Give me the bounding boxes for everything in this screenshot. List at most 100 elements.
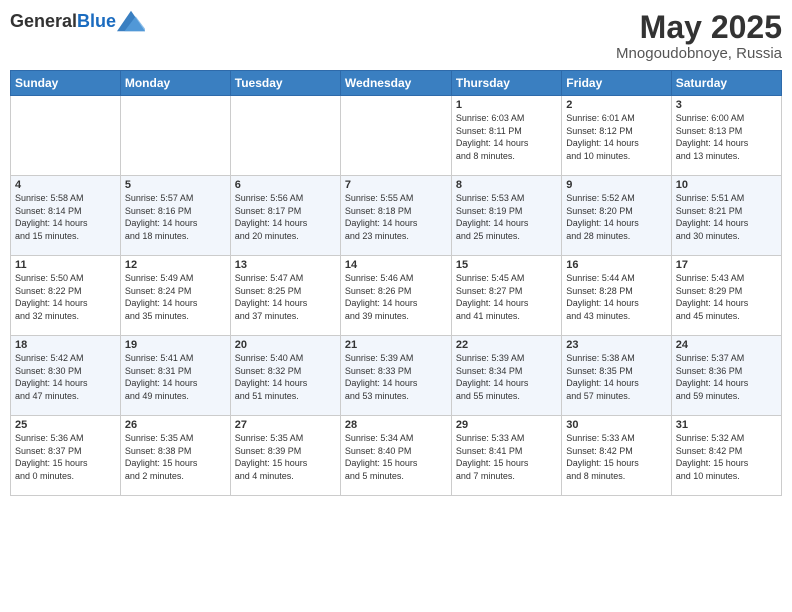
- header: GeneralBlue May 2025 Mnogoudobnoye, Russ…: [10, 10, 782, 62]
- calendar-cell: 25Sunrise: 5:36 AM Sunset: 8:37 PM Dayli…: [11, 416, 121, 496]
- calendar-cell: 11Sunrise: 5:50 AM Sunset: 8:22 PM Dayli…: [11, 256, 121, 336]
- calendar-table: SundayMondayTuesdayWednesdayThursdayFrid…: [10, 70, 782, 496]
- day-info: Sunrise: 5:39 AM Sunset: 8:33 PM Dayligh…: [345, 352, 447, 402]
- weekday-header-monday: Monday: [120, 71, 230, 96]
- day-number: 16: [566, 259, 666, 271]
- calendar-cell: 1Sunrise: 6:03 AM Sunset: 8:11 PM Daylig…: [451, 96, 561, 176]
- day-info: Sunrise: 5:40 AM Sunset: 8:32 PM Dayligh…: [235, 352, 336, 402]
- day-number: 10: [676, 179, 777, 191]
- weekday-header-saturday: Saturday: [671, 71, 781, 96]
- day-number: 27: [235, 419, 336, 431]
- day-number: 25: [15, 419, 116, 431]
- day-number: 30: [566, 419, 666, 431]
- day-number: 29: [456, 419, 557, 431]
- calendar-cell: 24Sunrise: 5:37 AM Sunset: 8:36 PM Dayli…: [671, 336, 781, 416]
- calendar-cell: 22Sunrise: 5:39 AM Sunset: 8:34 PM Dayli…: [451, 336, 561, 416]
- day-number: 5: [125, 179, 226, 191]
- calendar-cell: 8Sunrise: 5:53 AM Sunset: 8:19 PM Daylig…: [451, 176, 561, 256]
- day-info: Sunrise: 5:34 AM Sunset: 8:40 PM Dayligh…: [345, 432, 447, 482]
- day-number: 6: [235, 179, 336, 191]
- day-info: Sunrise: 5:52 AM Sunset: 8:20 PM Dayligh…: [566, 192, 666, 242]
- day-number: 24: [676, 339, 777, 351]
- day-number: 9: [566, 179, 666, 191]
- day-info: Sunrise: 5:49 AM Sunset: 8:24 PM Dayligh…: [125, 272, 226, 322]
- weekday-header-wednesday: Wednesday: [340, 71, 451, 96]
- day-number: 22: [456, 339, 557, 351]
- day-info: Sunrise: 5:53 AM Sunset: 8:19 PM Dayligh…: [456, 192, 557, 242]
- day-info: Sunrise: 5:44 AM Sunset: 8:28 PM Dayligh…: [566, 272, 666, 322]
- calendar-cell: 10Sunrise: 5:51 AM Sunset: 8:21 PM Dayli…: [671, 176, 781, 256]
- day-info: Sunrise: 5:50 AM Sunset: 8:22 PM Dayligh…: [15, 272, 116, 322]
- day-info: Sunrise: 5:36 AM Sunset: 8:37 PM Dayligh…: [15, 432, 116, 482]
- day-number: 4: [15, 179, 116, 191]
- day-info: Sunrise: 5:46 AM Sunset: 8:26 PM Dayligh…: [345, 272, 447, 322]
- calendar-cell: 27Sunrise: 5:35 AM Sunset: 8:39 PM Dayli…: [230, 416, 340, 496]
- day-info: Sunrise: 5:38 AM Sunset: 8:35 PM Dayligh…: [566, 352, 666, 402]
- weekday-header-sunday: Sunday: [11, 71, 121, 96]
- day-number: 28: [345, 419, 447, 431]
- day-number: 23: [566, 339, 666, 351]
- day-number: 11: [15, 259, 116, 271]
- location-title: Mnogoudobnoye, Russia: [616, 45, 782, 62]
- calendar-cell: 29Sunrise: 5:33 AM Sunset: 8:41 PM Dayli…: [451, 416, 561, 496]
- weekday-header-thursday: Thursday: [451, 71, 561, 96]
- calendar-week-row: 4Sunrise: 5:58 AM Sunset: 8:14 PM Daylig…: [11, 176, 782, 256]
- calendar-cell: 12Sunrise: 5:49 AM Sunset: 8:24 PM Dayli…: [120, 256, 230, 336]
- day-info: Sunrise: 5:51 AM Sunset: 8:21 PM Dayligh…: [676, 192, 777, 242]
- logo-icon: [117, 10, 145, 32]
- day-info: Sunrise: 6:01 AM Sunset: 8:12 PM Dayligh…: [566, 112, 666, 162]
- calendar-cell: 16Sunrise: 5:44 AM Sunset: 8:28 PM Dayli…: [562, 256, 671, 336]
- calendar-cell: 31Sunrise: 5:32 AM Sunset: 8:42 PM Dayli…: [671, 416, 781, 496]
- calendar-cell: 19Sunrise: 5:41 AM Sunset: 8:31 PM Dayli…: [120, 336, 230, 416]
- day-info: Sunrise: 5:33 AM Sunset: 8:41 PM Dayligh…: [456, 432, 557, 482]
- calendar-cell: 13Sunrise: 5:47 AM Sunset: 8:25 PM Dayli…: [230, 256, 340, 336]
- day-number: 2: [566, 99, 666, 111]
- day-number: 21: [345, 339, 447, 351]
- calendar-cell: 28Sunrise: 5:34 AM Sunset: 8:40 PM Dayli…: [340, 416, 451, 496]
- day-info: Sunrise: 5:39 AM Sunset: 8:34 PM Dayligh…: [456, 352, 557, 402]
- day-number: 15: [456, 259, 557, 271]
- logo-general: General: [10, 11, 77, 31]
- day-info: Sunrise: 5:32 AM Sunset: 8:42 PM Dayligh…: [676, 432, 777, 482]
- day-info: Sunrise: 5:35 AM Sunset: 8:39 PM Dayligh…: [235, 432, 336, 482]
- day-number: 14: [345, 259, 447, 271]
- calendar-cell: 4Sunrise: 5:58 AM Sunset: 8:14 PM Daylig…: [11, 176, 121, 256]
- calendar-cell: [120, 96, 230, 176]
- calendar-cell: 9Sunrise: 5:52 AM Sunset: 8:20 PM Daylig…: [562, 176, 671, 256]
- calendar-cell: 7Sunrise: 5:55 AM Sunset: 8:18 PM Daylig…: [340, 176, 451, 256]
- month-title: May 2025: [616, 10, 782, 45]
- day-info: Sunrise: 6:03 AM Sunset: 8:11 PM Dayligh…: [456, 112, 557, 162]
- day-info: Sunrise: 5:57 AM Sunset: 8:16 PM Dayligh…: [125, 192, 226, 242]
- day-info: Sunrise: 5:33 AM Sunset: 8:42 PM Dayligh…: [566, 432, 666, 482]
- weekday-header-friday: Friday: [562, 71, 671, 96]
- day-info: Sunrise: 5:43 AM Sunset: 8:29 PM Dayligh…: [676, 272, 777, 322]
- day-number: 13: [235, 259, 336, 271]
- day-number: 31: [676, 419, 777, 431]
- day-info: Sunrise: 5:45 AM Sunset: 8:27 PM Dayligh…: [456, 272, 557, 322]
- day-number: 26: [125, 419, 226, 431]
- day-info: Sunrise: 5:41 AM Sunset: 8:31 PM Dayligh…: [125, 352, 226, 402]
- calendar-cell: 30Sunrise: 5:33 AM Sunset: 8:42 PM Dayli…: [562, 416, 671, 496]
- calendar-cell: [340, 96, 451, 176]
- calendar-cell: 18Sunrise: 5:42 AM Sunset: 8:30 PM Dayli…: [11, 336, 121, 416]
- calendar-cell: 21Sunrise: 5:39 AM Sunset: 8:33 PM Dayli…: [340, 336, 451, 416]
- calendar-week-row: 1Sunrise: 6:03 AM Sunset: 8:11 PM Daylig…: [11, 96, 782, 176]
- calendar-cell: 17Sunrise: 5:43 AM Sunset: 8:29 PM Dayli…: [671, 256, 781, 336]
- day-info: Sunrise: 5:37 AM Sunset: 8:36 PM Dayligh…: [676, 352, 777, 402]
- title-block: May 2025 Mnogoudobnoye, Russia: [616, 10, 782, 62]
- day-number: 8: [456, 179, 557, 191]
- calendar-cell: 6Sunrise: 5:56 AM Sunset: 8:17 PM Daylig…: [230, 176, 340, 256]
- weekday-header-row: SundayMondayTuesdayWednesdayThursdayFrid…: [11, 71, 782, 96]
- logo-blue: Blue: [77, 11, 116, 31]
- day-info: Sunrise: 6:00 AM Sunset: 8:13 PM Dayligh…: [676, 112, 777, 162]
- day-info: Sunrise: 5:47 AM Sunset: 8:25 PM Dayligh…: [235, 272, 336, 322]
- calendar-cell: [11, 96, 121, 176]
- day-number: 7: [345, 179, 447, 191]
- calendar-cell: 5Sunrise: 5:57 AM Sunset: 8:16 PM Daylig…: [120, 176, 230, 256]
- day-info: Sunrise: 5:56 AM Sunset: 8:17 PM Dayligh…: [235, 192, 336, 242]
- calendar-week-row: 25Sunrise: 5:36 AM Sunset: 8:37 PM Dayli…: [11, 416, 782, 496]
- day-number: 20: [235, 339, 336, 351]
- calendar-cell: 14Sunrise: 5:46 AM Sunset: 8:26 PM Dayli…: [340, 256, 451, 336]
- day-number: 3: [676, 99, 777, 111]
- day-info: Sunrise: 5:42 AM Sunset: 8:30 PM Dayligh…: [15, 352, 116, 402]
